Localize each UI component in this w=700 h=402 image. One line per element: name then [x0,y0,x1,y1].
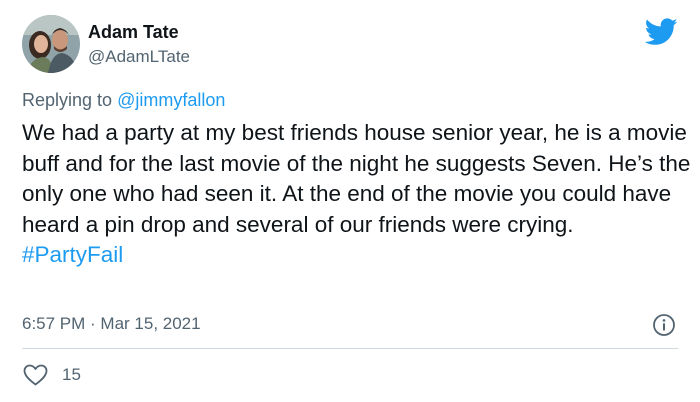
divider [22,348,678,349]
replying-to: Replying to @jimmyfallon [22,88,225,112]
avatar[interactable] [22,15,80,73]
twitter-bird-icon[interactable] [644,18,678,46]
replying-to-prefix: Replying to [22,90,118,110]
tweet-text: We had a party at my best friends house … [22,118,692,271]
author-handle[interactable]: @AdamLTate [88,46,190,68]
reply-mention-link[interactable]: @jimmyfallon [117,90,225,110]
hashtag-link[interactable]: #PartyFail [22,240,692,271]
heart-icon[interactable] [23,364,48,386]
tweet-body: We had a party at my best friends house … [22,120,691,237]
tweet-timestamp[interactable]: 6:57 PM · Mar 15, 2021 [22,313,201,335]
tweet-card: Adam Tate @AdamLTate Replying to @jimmyf… [0,0,700,402]
like-count: 15 [62,365,81,384]
info-icon[interactable] [652,313,676,337]
author-name[interactable]: Adam Tate [88,21,179,43]
profile-photo-icon [22,15,80,73]
